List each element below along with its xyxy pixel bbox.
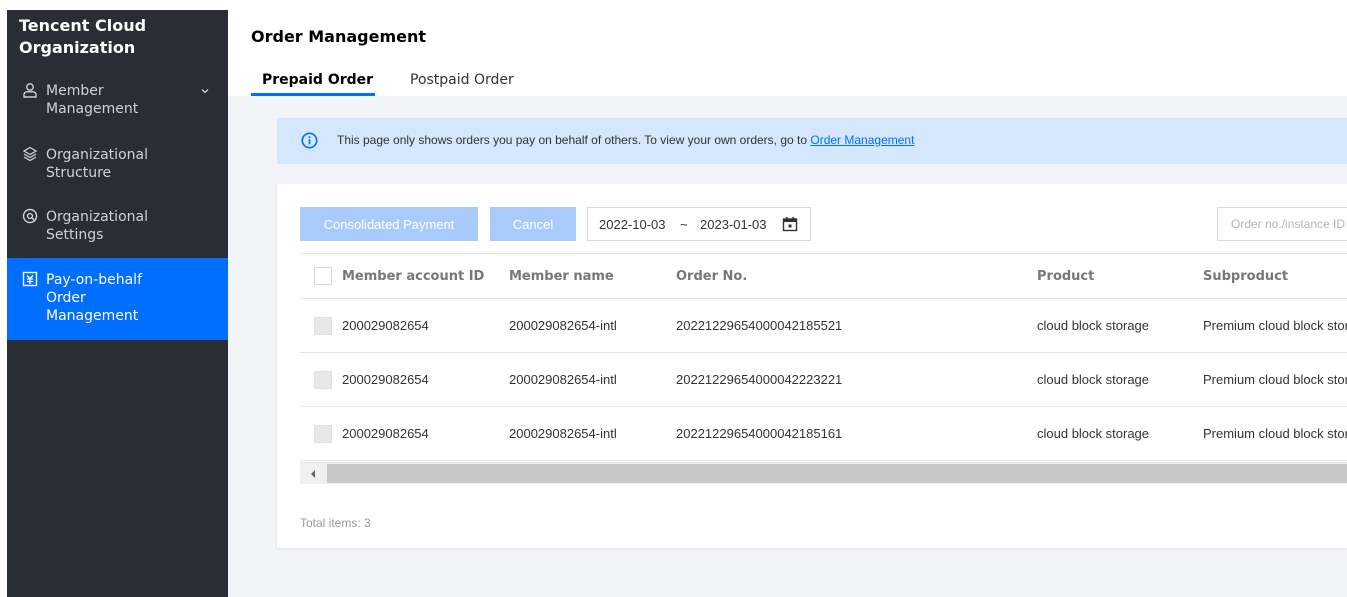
date-end: 2023-01-03 — [700, 216, 767, 232]
page-header: Order Management Prepaid Order Postpaid … — [228, 10, 1347, 96]
chevron-down-icon — [201, 89, 209, 94]
calendar-icon — [782, 217, 798, 232]
subproduct-cell: Premium cloud block storage — [1203, 372, 1347, 390]
row-checkbox — [314, 317, 332, 335]
table-row[interactable]: 200029082654 200029082654-intl 202212296… — [300, 353, 1347, 407]
sidebar-item-member-management[interactable]: Member Management — [7, 82, 228, 124]
date-range-picker[interactable]: 2022-10-03 ~ 2023-01-03 — [587, 207, 811, 241]
member-account-id: 200029082654 — [342, 426, 429, 441]
table-row[interactable]: 200029082654 200029082654-intl 202212296… — [300, 299, 1347, 353]
subproduct-cell: Premium cloud block storage — [1203, 426, 1347, 444]
orders-card: Consolidated Payment Cancel 2022-10-03 ~… — [277, 184, 1347, 548]
product: cloud block storage — [1037, 372, 1150, 387]
order-no: 20221229654000042185521 — [676, 318, 843, 333]
tab-postpaid-order[interactable]: Postpaid Order — [410, 72, 514, 88]
column-header-order-no: Order No. — [676, 269, 748, 284]
sidebar-item-label: Organizational Settings — [46, 209, 148, 243]
table-header: Member account ID Member name Order No. … — [300, 253, 1347, 299]
scroll-left-button[interactable] — [300, 463, 326, 484]
user-icon — [23, 83, 37, 98]
sidebar-title: Tencent Cloud Organization — [19, 16, 147, 57]
sidebar-item-label: Organizational Structure — [46, 147, 148, 181]
settings-icon — [22, 208, 38, 224]
date-separator: ~ — [680, 216, 688, 232]
member-name: 200029082654-intl — [509, 426, 617, 441]
order-no: 20221229654000042223221 — [676, 372, 843, 387]
select-all-checkbox[interactable] — [314, 267, 332, 285]
structure-icon — [22, 146, 38, 162]
info-icon — [301, 132, 318, 149]
table-row[interactable]: 200029082654 200029082654-intl 202212296… — [300, 407, 1347, 461]
member-name: 200029082654-intl — [509, 372, 617, 387]
product: cloud block storage — [1037, 426, 1150, 441]
sidebar-item-organizational-settings[interactable]: Organizational Settings — [7, 208, 228, 250]
total-items: Total items: 3 — [300, 516, 371, 530]
notice-message: This page only shows orders you pay on b… — [337, 133, 914, 147]
main-content: Order Management Prepaid Order Postpaid … — [228, 10, 1347, 597]
member-name: 200029082654-intl — [509, 318, 617, 333]
date-start: 2022-10-03 — [599, 216, 666, 232]
page-title: Order Management — [251, 27, 427, 46]
sidebar-item-organizational-structure[interactable]: Organizational Structure — [7, 146, 228, 188]
column-header-member-account-id: Member account ID — [342, 269, 485, 284]
consolidated-payment-button[interactable]: Consolidated Payment — [300, 207, 478, 241]
order-management-link[interactable]: Order Management — [810, 133, 914, 147]
column-header-subproduct: Subproduct — [1203, 269, 1289, 284]
subproduct-cell: Premium cloud block storage — [1203, 318, 1347, 336]
sidebar-item-pay-on-behalf-order-management[interactable]: Pay-on-behalf Order Management — [7, 258, 228, 340]
active-tab-indicator — [251, 93, 375, 96]
order-no: 20221229654000042185161 — [676, 426, 843, 441]
subproduct: Premium cloud block storage — [1203, 318, 1347, 333]
tab-prepaid-order[interactable]: Prepaid Order — [262, 72, 373, 88]
row-checkbox — [314, 425, 332, 443]
caret-left-icon — [311, 469, 315, 478]
notice-text: This page only shows orders you pay on b… — [337, 133, 811, 147]
sidebar-item-label: Member Management — [46, 83, 139, 117]
member-account-id: 200029082654 — [342, 372, 429, 387]
sidebar-item-label: Pay-on-behalf Order Management — [46, 272, 143, 324]
member-account-id: 200029082654 — [342, 318, 429, 333]
cancel-button[interactable]: Cancel — [490, 207, 576, 241]
column-header-member-name: Member name — [509, 269, 614, 284]
product: cloud block storage — [1037, 318, 1150, 333]
row-checkbox — [314, 371, 332, 389]
scrollbar-thumb[interactable] — [327, 464, 1347, 483]
info-notice: This page only shows orders you pay on b… — [277, 118, 1347, 164]
horizontal-scrollbar[interactable] — [300, 462, 1347, 484]
search-input[interactable] — [1217, 207, 1347, 241]
subproduct: Premium cloud block storage — [1203, 426, 1347, 441]
column-header-product: Product — [1037, 269, 1095, 284]
sidebar: Tencent Cloud Organization Member Manage… — [7, 10, 228, 597]
subproduct: Premium cloud block storage — [1203, 372, 1347, 387]
order-icon — [22, 271, 38, 287]
